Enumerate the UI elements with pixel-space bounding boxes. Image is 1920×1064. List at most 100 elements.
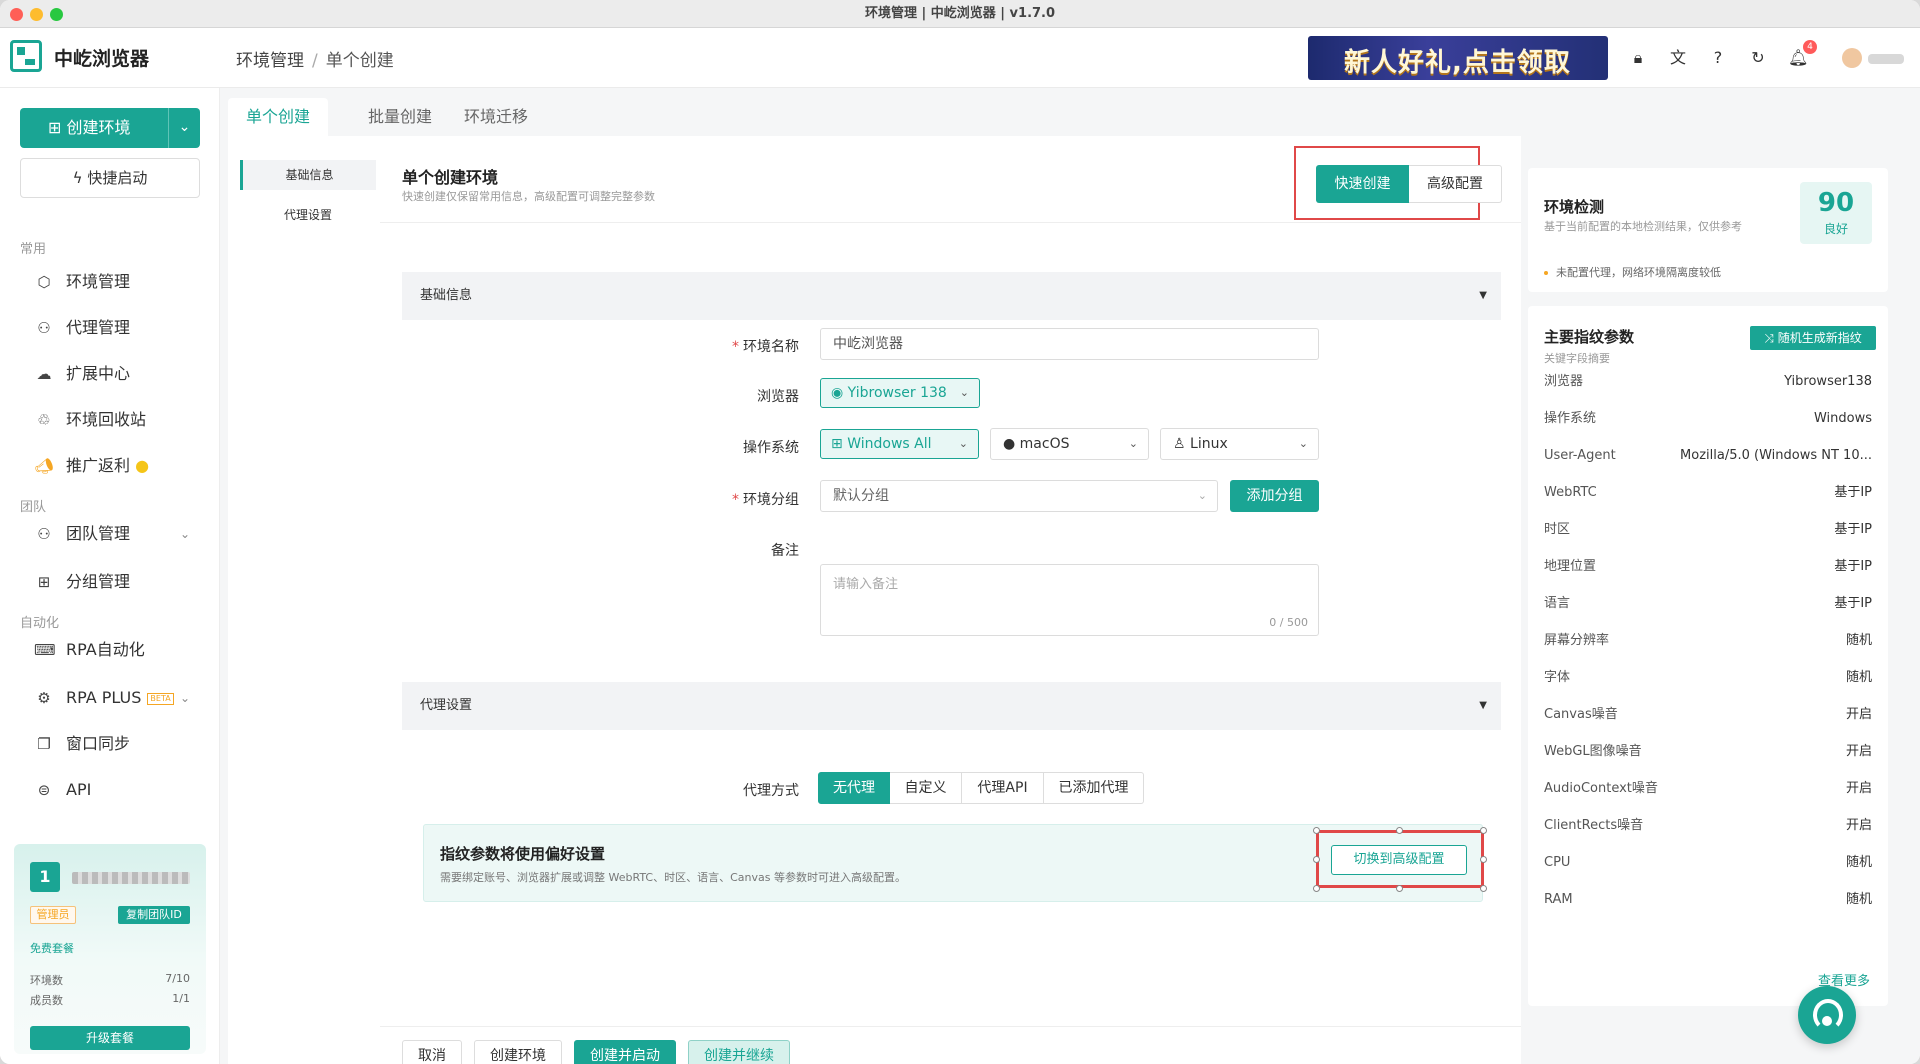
- random-fingerprint-label: 随机生成新指纹: [1777, 331, 1862, 345]
- sidebar-item-label: 环境管理: [66, 272, 131, 291]
- proxy-option-none[interactable]: 无代理: [818, 772, 890, 804]
- tab-single-create[interactable]: 单个创建: [228, 98, 329, 136]
- upgrade-plan-button[interactable]: 升级套餐: [30, 1026, 190, 1050]
- env-group-select[interactable]: 默认分组 ⌄: [820, 480, 1218, 512]
- fingerprint-value: 开启: [1845, 744, 1872, 759]
- create-env-button[interactable]: ⊞ 创建环境 ⌄: [20, 108, 200, 148]
- os-linux-select[interactable]: ♙ Linux ⌄: [1160, 428, 1319, 460]
- env-name-input[interactable]: 中屹浏览器: [820, 328, 1319, 360]
- fingerprint-row: 字体 随机: [1544, 668, 1872, 688]
- advanced-config-button[interactable]: 高级配置: [1409, 165, 1502, 203]
- random-fingerprint-button[interactable]: ⤨ 随机生成新指纹: [1750, 326, 1876, 350]
- copy-team-id-button[interactable]: 复制团队ID: [118, 906, 190, 924]
- resize-handle[interactable]: [1313, 885, 1320, 892]
- fingerprint-row: 时区 基于IP: [1544, 520, 1872, 540]
- sidebar-item-env[interactable]: ⬡ 环境管理: [20, 264, 200, 300]
- avatar[interactable]: [1842, 48, 1862, 68]
- caret-down-icon: ▼: [1479, 700, 1487, 711]
- resize-handle[interactable]: [1396, 827, 1403, 834]
- create-env-dropdown-icon[interactable]: ⌄: [168, 108, 200, 148]
- user-name-blurred[interactable]: [1868, 54, 1904, 64]
- sidebar-item-api[interactable]: ⊜ API: [20, 772, 200, 808]
- env-count-label: 环境数: [30, 974, 63, 987]
- fingerprint-key: WebGL图像噪音: [1544, 744, 1642, 759]
- page-title: 单个创建环境: [402, 168, 499, 187]
- section-header-proxy[interactable]: 代理设置 ▼: [402, 682, 1501, 730]
- section-nav-proxy[interactable]: 代理设置: [240, 200, 376, 230]
- env-score-value: 90: [1817, 188, 1855, 218]
- browser-select[interactable]: ◉ Yibrowser 138 ⌄: [820, 378, 980, 408]
- proxy-option-custom[interactable]: 自定义: [890, 772, 962, 804]
- fingerprint-subtitle: 关键字段摘要: [1544, 352, 1610, 365]
- fingerprint-title: 主要指纹参数: [1544, 328, 1635, 346]
- switch-advanced-button[interactable]: 切换到高级配置: [1331, 845, 1467, 875]
- env-warning: 未配置代理，网络环境隔离度较低: [1544, 264, 1721, 280]
- env-check-subtitle: 基于当前配置的本地检测结果，仅供参考: [1544, 220, 1742, 233]
- resize-handle[interactable]: [1396, 885, 1403, 892]
- sidebar-item-groups[interactable]: ⊞ 分组管理: [20, 564, 200, 600]
- sidebar-item-label: 分组管理: [66, 572, 131, 591]
- window-titlebar: 环境管理 | 中屹浏览器 | v1.7.0: [0, 0, 1920, 28]
- create-and-launch-button[interactable]: 创建并启动: [574, 1040, 676, 1064]
- chevron-down-icon: ⌄: [179, 691, 190, 705]
- add-group-button[interactable]: 添加分组: [1230, 480, 1319, 512]
- resize-handle[interactable]: [1480, 885, 1487, 892]
- fingerprint-value: 开启: [1845, 781, 1872, 796]
- sidebar-item-rpa[interactable]: ⌨ RPA自动化: [20, 632, 200, 668]
- group-icon: ⊞: [37, 573, 51, 591]
- env-score: 90 良好: [1800, 182, 1872, 244]
- sidebar-item-recycle[interactable]: ♲ 环境回收站: [20, 402, 200, 438]
- api-icon: ⊜: [37, 781, 51, 799]
- section-header-basic[interactable]: 基础信息 ▼: [402, 272, 1501, 320]
- app-name: 中屹浏览器: [54, 48, 150, 70]
- note-textarea[interactable]: 请输入备注 0 / 500: [820, 564, 1319, 636]
- resize-handle[interactable]: [1313, 856, 1320, 863]
- fingerprint-row: WebRTC 基于IP: [1544, 483, 1872, 503]
- member-count-value: 1/1: [172, 992, 190, 1005]
- breadcrumb-separator: /: [312, 51, 318, 71]
- quick-launch-button[interactable]: ϟ 快捷启动: [20, 158, 200, 198]
- note-label: 备注: [771, 543, 799, 559]
- create-and-continue-button[interactable]: 创建并继续: [688, 1040, 790, 1064]
- resize-handle[interactable]: [1313, 827, 1320, 834]
- sidebar-item-window-sync[interactable]: ❐ 窗口同步: [20, 726, 200, 762]
- minimize-window-button[interactable]: [30, 8, 43, 21]
- breadcrumb-env[interactable]: 环境管理: [236, 51, 304, 71]
- os-windows-select[interactable]: ⊞ Windows All ⌄: [820, 429, 979, 459]
- maximize-window-button[interactable]: [50, 8, 63, 21]
- sidebar-item-proxy[interactable]: ⚇ 代理管理: [20, 310, 200, 346]
- section-title: 基础信息: [420, 288, 473, 303]
- proxy-option-api[interactable]: 代理API: [962, 772, 1044, 804]
- lock-icon[interactable]: 🔒︎: [1628, 48, 1648, 68]
- chevron-down-icon: ⌄: [1298, 437, 1308, 450]
- app-window: 环境管理 | 中屹浏览器 | v1.7.0 中屹浏览器 环境管理 / 单个创建 新人…: [0, 0, 1920, 1064]
- note-char-count: 0 / 500: [1269, 616, 1308, 629]
- tab-env-migrate[interactable]: 环境迁移: [446, 98, 546, 136]
- proxy-option-added[interactable]: 已添加代理: [1044, 772, 1144, 804]
- fingerprint-value: 随机: [1845, 633, 1872, 648]
- sidebar-item-promo[interactable]: 📣︎ 推广返利 ●: [20, 448, 200, 484]
- cancel-button[interactable]: 取消: [402, 1040, 462, 1064]
- sidebar-item-label: RPA自动化: [66, 640, 145, 659]
- refresh-icon[interactable]: ↻: [1748, 48, 1768, 68]
- member-count-row: 成员数 1/1: [30, 992, 190, 1008]
- fingerprint-key: User-Agent: [1544, 448, 1616, 463]
- support-chat-icon[interactable]: [1798, 986, 1856, 1044]
- tab-batch-create[interactable]: 批量创建: [350, 98, 450, 136]
- resize-handle[interactable]: [1480, 856, 1487, 863]
- sidebar-item-extensions[interactable]: ☁ 扩展中心: [20, 356, 200, 392]
- help-icon[interactable]: ?: [1708, 48, 1728, 68]
- promo-banner[interactable]: 新人好礼,点击领取: [1308, 36, 1608, 80]
- os-macos-select[interactable]: ● macOS ⌄: [990, 428, 1149, 460]
- sidebar-item-rpa-plus[interactable]: ⚙ RPA PLUS BETA ⌄: [20, 680, 200, 716]
- fingerprint-row: CPU 随机: [1544, 853, 1872, 873]
- close-window-button[interactable]: [10, 8, 23, 21]
- env-count-row: 环境数 7/10: [30, 972, 190, 988]
- translate-icon[interactable]: 文: [1668, 48, 1688, 68]
- resize-handle[interactable]: [1480, 827, 1487, 834]
- quick-create-button[interactable]: 快速创建: [1316, 165, 1409, 203]
- chevron-down-icon: ⌄: [179, 527, 190, 541]
- section-nav-basic[interactable]: 基础信息: [240, 160, 376, 190]
- sidebar-item-team[interactable]: ⚇ 团队管理 ⌄: [20, 516, 200, 552]
- create-env-submit-button[interactable]: 创建环境: [474, 1040, 562, 1064]
